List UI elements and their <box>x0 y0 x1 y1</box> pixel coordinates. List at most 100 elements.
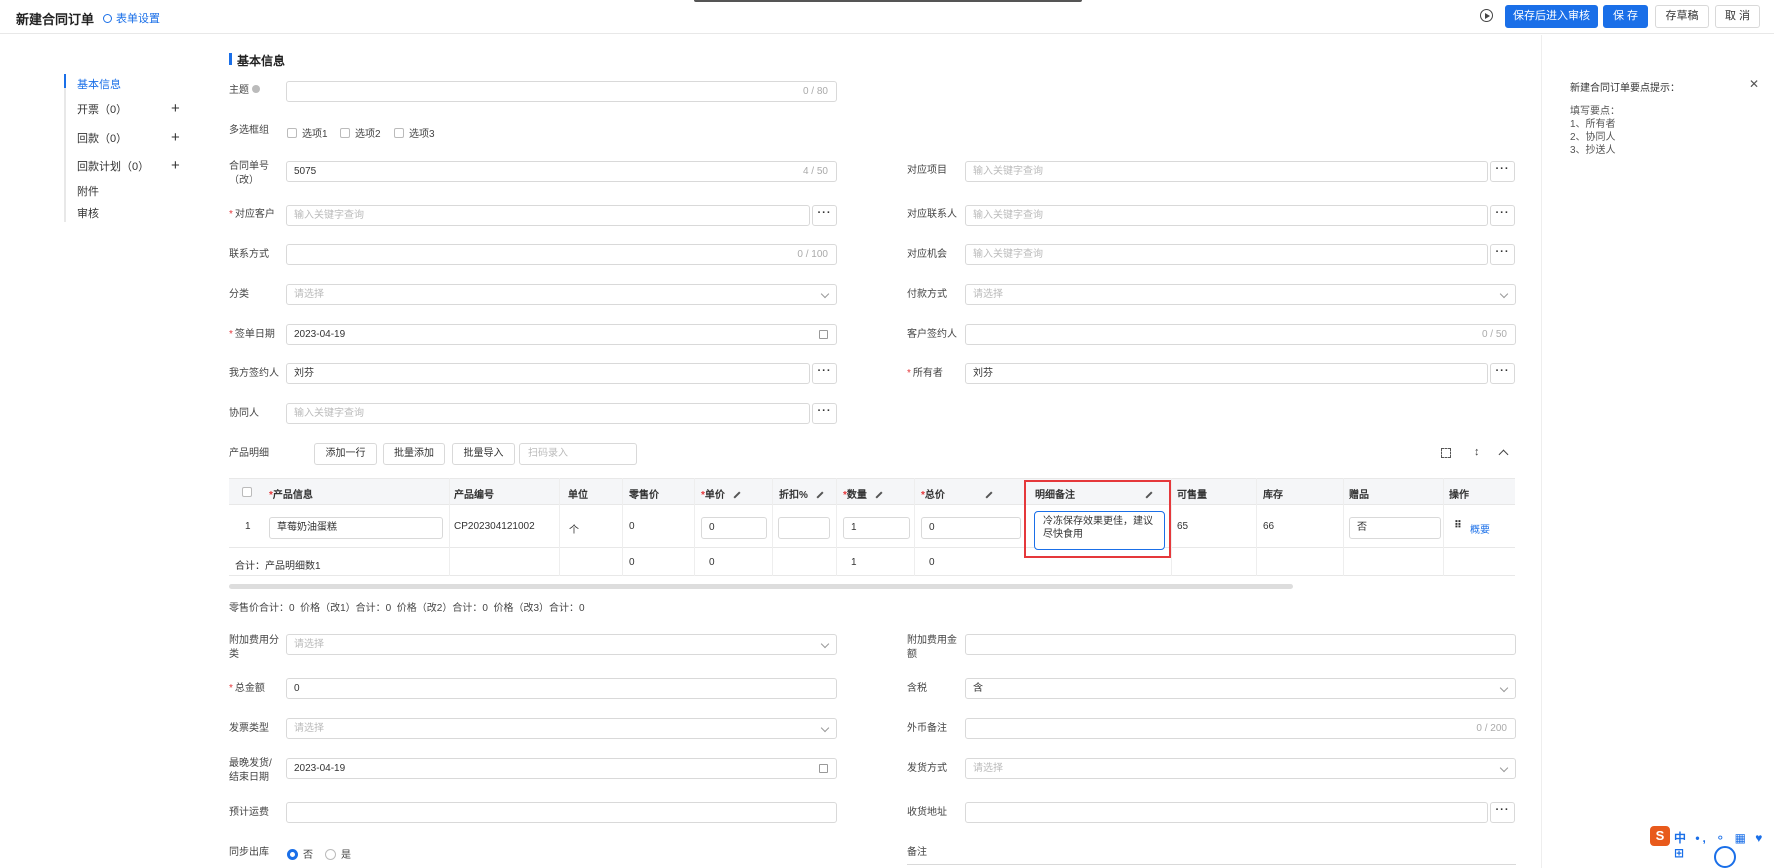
opportunity-input[interactable]: 输入关键字查询 <box>965 244 1488 265</box>
sync-out-yes-radio[interactable]: 是 <box>325 846 351 861</box>
batch-import-button[interactable]: 批量导入 <box>452 443 515 465</box>
edit-icon[interactable] <box>985 491 993 499</box>
help-float-icon[interactable] <box>1714 846 1736 868</box>
owner-more-button[interactable]: ··· <box>1490 363 1515 384</box>
qty-input[interactable]: 1 <box>843 517 910 539</box>
our-signer-more-button[interactable]: ··· <box>812 363 837 384</box>
add-payment-icon[interactable]: + <box>171 130 180 145</box>
retail-price: 0 <box>629 521 635 532</box>
chevron-down-icon <box>820 723 830 733</box>
collapse-up-icon[interactable] <box>1498 449 1509 460</box>
th-stock: 库存 <box>1263 490 1283 501</box>
total-amount-input[interactable]: 0 <box>286 678 837 699</box>
customer-input[interactable]: 输入关键字查询 <box>286 205 810 226</box>
help-icon[interactable] <box>251 85 260 93</box>
scan-input[interactable]: 扫码录入 <box>519 443 637 465</box>
customer-signer-input[interactable]: 0 / 50 <box>965 324 1516 345</box>
sync-out-no-radio[interactable]: 否 <box>287 846 313 861</box>
our-signer-input[interactable]: 刘芬 <box>286 363 810 384</box>
chevron-down-icon <box>1499 289 1509 299</box>
save-draft-button[interactable]: 存草稿 <box>1655 5 1709 28</box>
sidenav-item-basic-info[interactable]: 基本信息 <box>77 76 121 92</box>
last-ship-date-input[interactable]: 2023-04-19 <box>286 758 837 779</box>
ship-address-input[interactable] <box>965 802 1488 823</box>
remark-textarea[interactable] <box>907 864 1516 868</box>
summary-label: 合计：产品明细数1 <box>235 561 321 572</box>
extra-fee-category-placeholder: 请选择 <box>294 639 324 650</box>
ime-logo-icon: S <box>1650 826 1670 846</box>
phone-input[interactable]: 0 / 100 <box>286 244 837 265</box>
sidenav-item-attachment[interactable]: 附件 <box>77 183 99 199</box>
project-more-button[interactable]: ··· <box>1490 161 1515 182</box>
price-input[interactable]: 0 <box>701 517 767 539</box>
batch-add-button[interactable]: 批量添加 <box>383 443 445 465</box>
collaborator-more-button[interactable]: ··· <box>812 403 837 424</box>
contact-placeholder: 输入关键字查询 <box>973 210 1043 221</box>
owner-input[interactable]: 刘芬 <box>965 363 1488 384</box>
column-divider <box>1171 478 1172 576</box>
subject-label: 主题 <box>229 84 260 98</box>
est-freight-input[interactable] <box>286 802 837 823</box>
select-all-checkbox[interactable] <box>242 487 252 497</box>
ship-address-more-button[interactable]: ··· <box>1490 802 1515 823</box>
phone-label: 联系方式 <box>229 249 269 260</box>
save-and-review-button[interactable]: 保存后进入审核 <box>1505 5 1598 28</box>
edit-icon[interactable] <box>875 491 883 499</box>
subject-input[interactable]: 0 / 80 <box>286 81 837 102</box>
fx-note-input[interactable]: 0 / 200 <box>965 718 1516 739</box>
fullscreen-icon[interactable] <box>1441 448 1451 458</box>
discount-input[interactable] <box>778 517 830 539</box>
collaborator-input[interactable]: 输入关键字查询 <box>286 403 810 424</box>
total-amount-value: 0 <box>294 683 300 694</box>
sidenav-item-payment-plan[interactable]: 回款计划（0） <box>77 158 149 174</box>
drag-handle-icon[interactable]: ⠿ <box>1454 520 1462 531</box>
extra-fee-amount-input[interactable] <box>965 634 1516 655</box>
total-input[interactable]: 0 <box>921 517 1021 539</box>
add-row-button[interactable]: 添加一行 <box>314 443 377 465</box>
expand-vertical-icon[interactable]: ↕ <box>1474 446 1480 458</box>
total-amount-label-text: 总金额 <box>234 683 265 694</box>
ime-toolbar[interactable]: S 中 •, ⚬ ▦ ♥ ⊞ <box>1648 825 1774 860</box>
product-input[interactable]: 草莓奶油蛋糕 <box>269 517 443 539</box>
cancel-button[interactable]: 取 消 <box>1715 5 1760 28</box>
radio-checked-icon <box>287 849 298 860</box>
sidenav-item-review[interactable]: 审核 <box>77 205 99 221</box>
sidenav-item-payment[interactable]: 回款（0） <box>77 130 127 146</box>
ship-method-placeholder: 请选择 <box>973 763 1003 774</box>
add-invoice-icon[interactable]: + <box>171 101 180 116</box>
opportunity-more-button[interactable]: ··· <box>1490 244 1515 265</box>
contact-more-button[interactable]: ··· <box>1490 205 1515 226</box>
ship-address-label: 收货地址 <box>907 807 947 818</box>
note-textarea[interactable]: 冷冻保存效果更佳，建议尽快食用 <box>1034 511 1165 550</box>
play-icon[interactable] <box>1480 9 1493 22</box>
sign-date-input[interactable]: 2023-04-19 <box>286 324 837 345</box>
category-select[interactable]: 请选择 <box>286 284 837 305</box>
save-button[interactable]: 保 存 <box>1603 5 1648 28</box>
form-settings-link[interactable]: 表单设置 <box>103 10 160 26</box>
checkbox-icon <box>287 128 297 138</box>
customer-more-button[interactable]: ··· <box>812 205 837 226</box>
sidenav-item-invoice[interactable]: 开票（0） <box>77 101 127 117</box>
option-3-checkbox[interactable]: 选项3 <box>394 125 435 140</box>
summary-link[interactable]: 概要 <box>1470 521 1490 536</box>
gift-select[interactable]: 否 <box>1349 517 1441 539</box>
payment-method-select[interactable]: 请选择 <box>965 284 1516 305</box>
contact-input[interactable]: 输入关键字查询 <box>965 205 1488 226</box>
customer-placeholder: 输入关键字查询 <box>294 210 364 221</box>
ship-method-label: 发货方式 <box>907 763 947 774</box>
close-icon[interactable]: ✕ <box>1749 77 1759 91</box>
edit-icon[interactable] <box>733 491 741 499</box>
extra-fee-amount-label-1: 附加费用金 <box>907 635 957 646</box>
project-input[interactable]: 输入关键字查询 <box>965 161 1488 182</box>
tax-select[interactable]: 含 <box>965 678 1516 699</box>
invoice-type-select[interactable]: 请选择 <box>286 718 837 739</box>
ship-method-select[interactable]: 请选择 <box>965 758 1516 779</box>
extra-fee-category-select[interactable]: 请选择 <box>286 634 837 655</box>
contract-no-input[interactable]: 5075 4 / 50 <box>286 161 837 182</box>
add-payment-plan-icon[interactable]: + <box>171 158 180 173</box>
option-2-checkbox[interactable]: 选项2 <box>340 125 381 140</box>
table-horizontal-scrollbar[interactable] <box>229 584 1293 589</box>
option-1-checkbox[interactable]: 选项1 <box>287 125 328 140</box>
collaborator-placeholder: 输入关键字查询 <box>294 408 364 419</box>
edit-icon[interactable] <box>816 491 824 499</box>
